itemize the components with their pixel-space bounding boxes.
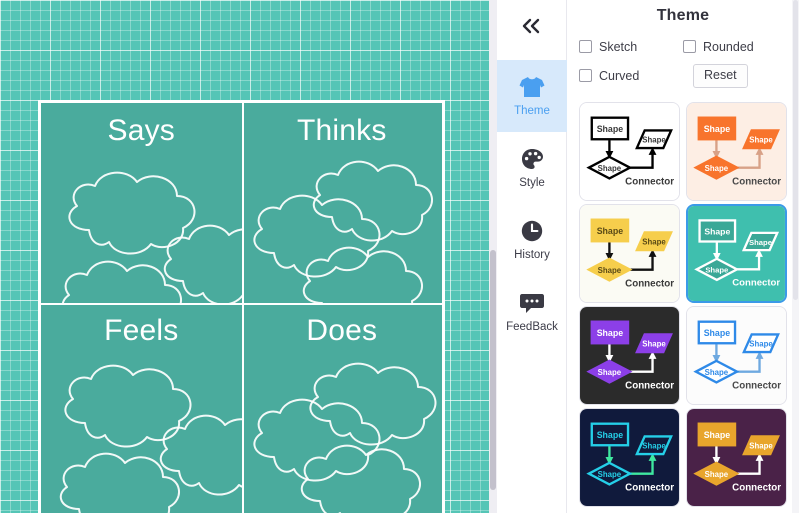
quadrant-does[interactable]: Does <box>242 303 443 513</box>
checkbox-box-icon[interactable] <box>579 40 592 53</box>
theme-preview: ShapeShapeShapeConnector <box>580 103 679 200</box>
checkbox-box-icon[interactable] <box>579 69 592 82</box>
theme-panel: Theme Sketch Rounded Curved Reset Shape … <box>567 0 799 513</box>
canvas-scrollbar[interactable] <box>489 0 497 513</box>
theme-card-plum-gold[interactable]: Shape Shape Shape Connector <box>686 408 787 507</box>
double-chevron-left-icon <box>522 18 540 34</box>
svg-text:Connector: Connector <box>732 482 781 493</box>
collapse-panel-button[interactable] <box>497 0 567 52</box>
svg-text:Connector: Connector <box>732 380 781 391</box>
svg-text:Shape: Shape <box>749 442 773 451</box>
svg-text:Shape: Shape <box>642 442 666 451</box>
palette-icon <box>520 146 544 172</box>
svg-text:Shape: Shape <box>642 238 666 247</box>
sidebar-item-theme[interactable]: Theme <box>497 60 567 132</box>
theme-preview: ShapeShapeShapeConnector <box>687 409 786 506</box>
empathy-map-frame[interactable]: Says Thinks Feels Does <box>38 100 445 513</box>
checkbox-label: Sketch <box>599 39 638 54</box>
option-row-2: Curved Reset <box>579 61 787 90</box>
app-root: Says Thinks Feels Does Theme Style Histo… <box>0 0 800 513</box>
tool-rail: Theme Style History FeedBack <box>497 0 567 513</box>
cloud-shape[interactable] <box>290 237 443 304</box>
checkbox-label: Rounded <box>703 39 754 54</box>
sidebar-item-style[interactable]: Style <box>497 132 567 204</box>
theme-card-orange[interactable]: Shape Shape Shape Connector <box>686 102 787 201</box>
sidebar-item-label: FeedBack <box>506 321 558 333</box>
theme-card-dark-purple[interactable]: Shape Shape Shape Connector <box>579 306 680 405</box>
canvas-scrollbar-thumb[interactable] <box>490 250 496 490</box>
theme-card-teal[interactable]: Shape Shape Shape Connector <box>686 204 787 303</box>
svg-text:Shape: Shape <box>598 266 622 275</box>
comment-icon <box>519 290 545 316</box>
svg-text:Connector: Connector <box>625 176 674 187</box>
svg-text:Connector: Connector <box>625 380 674 391</box>
svg-text:Shape: Shape <box>598 368 622 377</box>
diagram-canvas[interactable]: Says Thinks Feels Does <box>0 0 497 513</box>
svg-text:Connector: Connector <box>732 176 781 187</box>
cloud-group-does <box>242 303 443 513</box>
theme-preview: ShapeShapeShapeConnector <box>580 205 679 302</box>
svg-text:Shape: Shape <box>749 238 772 247</box>
theme-card-classic-white[interactable]: Shape Shape Shape Connector <box>579 102 680 201</box>
svg-text:Shape: Shape <box>642 340 666 349</box>
theme-preview: ShapeShapeShapeConnector <box>580 409 679 506</box>
svg-text:Shape: Shape <box>705 164 729 173</box>
cloud-group-says <box>41 103 242 304</box>
sidebar-item-label: Style <box>519 177 545 189</box>
svg-text:Shape: Shape <box>597 226 624 236</box>
quadrant-says[interactable]: Says <box>41 103 242 304</box>
theme-preview: ShapeShapeShapeConnector <box>580 307 679 404</box>
svg-text:Shape: Shape <box>598 470 622 479</box>
checkbox-rounded[interactable]: Rounded <box>683 40 787 54</box>
theme-options: Sketch Rounded Curved Reset <box>567 31 799 90</box>
theme-preview: ShapeShapeShapeConnector <box>687 307 786 404</box>
panel-scrollbar-thumb[interactable] <box>793 0 798 300</box>
cloud-group-thinks <box>242 103 443 304</box>
checkbox-box-icon[interactable] <box>683 40 696 53</box>
svg-text:Shape: Shape <box>749 340 773 349</box>
svg-text:Shape: Shape <box>704 226 730 236</box>
clock-icon <box>520 218 544 244</box>
cloud-shape[interactable] <box>288 435 443 513</box>
checkbox-curved[interactable]: Curved <box>579 69 689 83</box>
svg-text:Shape: Shape <box>749 136 773 145</box>
sidebar-item-history[interactable]: History <box>497 204 567 276</box>
theme-preview: Shape Shape Shape Connector <box>688 206 785 301</box>
cloud-shape[interactable] <box>49 251 209 304</box>
cloud-shape[interactable] <box>47 443 207 513</box>
svg-text:Connector: Connector <box>625 482 674 493</box>
checkbox-sketch[interactable]: Sketch <box>579 40 683 54</box>
tshirt-icon <box>518 74 546 100</box>
panel-scrollbar[interactable] <box>792 0 799 513</box>
svg-text:Shape: Shape <box>597 124 624 134</box>
sidebar-item-label: Theme <box>514 105 550 117</box>
rail-spacer <box>497 52 566 60</box>
svg-text:Shape: Shape <box>704 430 731 440</box>
svg-text:Shape: Shape <box>704 124 731 134</box>
theme-card-navy-cyan[interactable]: Shape Shape Shape Connector <box>579 408 680 507</box>
svg-text:Shape: Shape <box>705 266 728 275</box>
svg-text:Shape: Shape <box>705 470 729 479</box>
svg-text:Connector: Connector <box>732 278 780 289</box>
svg-text:Connector: Connector <box>625 278 674 289</box>
svg-text:Shape: Shape <box>597 430 624 440</box>
theme-card-blue-outline[interactable]: Shape Shape Shape Connector <box>686 306 787 405</box>
panel-title: Theme <box>656 7 710 24</box>
cloud-group-feels <box>41 303 242 513</box>
theme-thumbnail-grid: Shape Shape Shape Connector Shape Shape Shape C… <box>567 99 799 513</box>
svg-text:Shape: Shape <box>598 164 622 173</box>
quadrant-feels[interactable]: Feels <box>41 303 242 513</box>
sidebar-item-label: History <box>514 249 550 261</box>
svg-text:Shape: Shape <box>705 368 729 377</box>
svg-text:Shape: Shape <box>642 136 666 145</box>
quadrant-thinks[interactable]: Thinks <box>242 103 443 304</box>
theme-card-yellow[interactable]: Shape Shape Shape Connector <box>579 204 680 303</box>
checkbox-label: Curved <box>599 68 640 83</box>
svg-text:Shape: Shape <box>597 328 624 338</box>
svg-text:Shape: Shape <box>704 328 731 338</box>
reset-button[interactable]: Reset <box>693 63 748 88</box>
sidebar-item-feedback[interactable]: FeedBack <box>497 276 567 348</box>
option-row-1: Sketch Rounded <box>579 32 787 61</box>
theme-preview: ShapeShapeShapeConnector <box>687 103 786 200</box>
